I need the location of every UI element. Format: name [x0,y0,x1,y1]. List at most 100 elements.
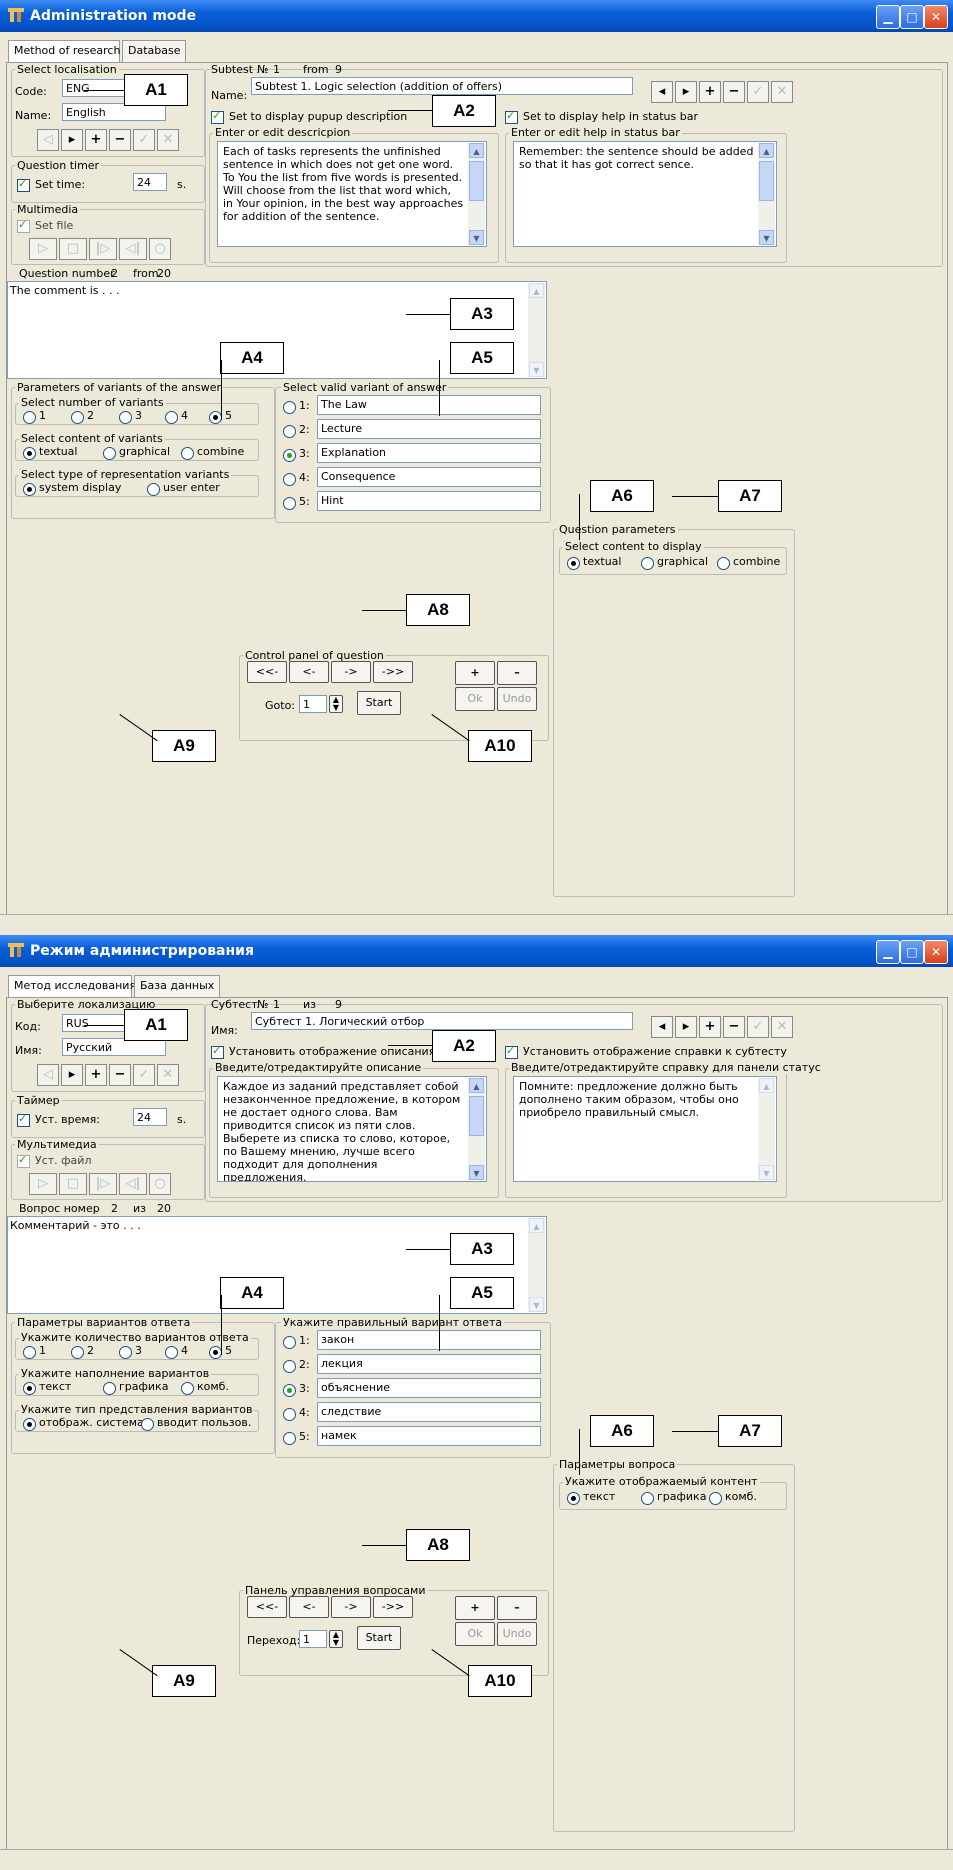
subtest-accept-icon[interactable]: ✓ [747,1016,769,1038]
display-radio-2[interactable] [641,1492,654,1505]
count-radio-4[interactable] [165,1346,178,1359]
circle-icon[interactable]: ○ [149,1173,171,1195]
valid-radio-3[interactable] [283,449,296,462]
content-radio-1[interactable] [23,447,36,460]
goto-spinner-icon[interactable]: ▲ ▼ [329,695,343,713]
plus-icon[interactable]: + [85,129,107,151]
subtest-cancel-icon[interactable]: ✕ [771,1016,793,1038]
maximize-icon[interactable]: □ [900,5,924,29]
nav-first-icon[interactable]: ◁ [37,129,59,151]
popup-scrollbar[interactable]: ▲ ▼ [468,143,485,245]
close-icon[interactable]: ✕ [924,5,948,29]
tab-database[interactable]: База данных [134,975,220,997]
check-icon[interactable]: ✓ [133,129,155,151]
subtest-prev-icon[interactable]: ◂ [651,81,673,103]
display-radio-1[interactable] [567,557,580,570]
nav-first-icon[interactable]: ◁ [37,1064,59,1086]
valid-input-2[interactable]: Lecture [317,419,541,439]
nav-next-icon[interactable]: ▸ [61,129,83,151]
valid-radio-4[interactable] [283,473,296,486]
rewind-icon[interactable]: ◁| [119,238,147,260]
cancel-icon[interactable]: ✕ [157,1064,179,1086]
count-radio-1[interactable] [23,1346,36,1359]
subtest-accept-icon[interactable]: ✓ [747,81,769,103]
valid-input-5[interactable]: Hint [317,491,541,511]
minimize-icon[interactable]: ▁ [876,940,900,964]
subtest-add-icon[interactable]: + [699,1016,721,1038]
display-radio-3[interactable] [709,1492,722,1505]
undo-button[interactable]: Undo [497,1622,537,1646]
add-question-button[interactable]: + [455,1596,495,1620]
nav-next-icon[interactable]: ▸ [61,1064,83,1086]
tab-method[interactable]: Method of research [8,40,120,64]
help-textarea[interactable]: Помните: предложение должно быть дополне… [513,1076,777,1182]
remove-question-button[interactable]: – [497,661,537,685]
count-radio-1[interactable] [23,411,36,424]
valid-input-3[interactable]: объяснение [317,1378,541,1398]
valid-radio-2[interactable] [283,1360,296,1373]
multimedia-checkbox[interactable] [17,218,30,233]
ok-button[interactable]: Ok [455,1622,495,1646]
valid-input-3[interactable]: Explanation [317,443,541,463]
check-icon[interactable]: ✓ [133,1064,155,1086]
content-radio-3[interactable] [181,447,194,460]
subtest-next-icon[interactable]: ▸ [675,81,697,103]
popup-checkbox[interactable] [211,1044,224,1059]
step-icon[interactable]: |▷ [89,1173,117,1195]
step-icon[interactable]: |▷ [89,238,117,260]
last-question-button[interactable]: ->> [373,661,413,683]
display-radio-2[interactable] [641,557,654,570]
subtest-prev-icon[interactable]: ◂ [651,1016,673,1038]
timer-input[interactable]: 24 [133,1108,167,1126]
circle-icon[interactable]: ○ [149,238,171,260]
subtest-name-input[interactable]: Субтест 1. Логический отбор [251,1012,633,1030]
count-radio-4[interactable] [165,411,178,424]
content-radio-1[interactable] [23,1382,36,1395]
titlebar[interactable]: Administration mode ▁ □ ✕ [0,0,953,32]
valid-radio-3[interactable] [283,1384,296,1397]
valid-input-2[interactable]: лекция [317,1354,541,1374]
tab-method[interactable]: Метод исследования [8,975,136,999]
goto-input[interactable]: 1 [299,695,327,713]
rewind-icon[interactable]: ◁| [119,1173,147,1195]
content-radio-2[interactable] [103,447,116,460]
valid-radio-5[interactable] [283,1432,296,1445]
valid-input-1[interactable]: закон [317,1330,541,1350]
start-button[interactable]: Start [357,1626,401,1650]
content-radio-3[interactable] [181,1382,194,1395]
display-radio-1[interactable] [567,1492,580,1505]
tab-database[interactable]: Database [122,40,186,62]
help-checkbox[interactable] [505,109,518,124]
rep-radio-2[interactable] [141,1418,154,1431]
valid-radio-5[interactable] [283,497,296,510]
stop-icon[interactable]: □ [59,238,87,260]
valid-radio-4[interactable] [283,1408,296,1421]
valid-radio-1[interactable] [283,401,296,414]
minimize-icon[interactable]: ▁ [876,5,900,29]
comment-scrollbar[interactable]: ▲ ▼ [528,283,545,377]
rep-radio-1[interactable] [23,1418,36,1431]
count-radio-2[interactable] [71,411,84,424]
popup-checkbox[interactable] [211,109,224,124]
valid-input-4[interactable]: следствие [317,1402,541,1422]
remove-question-button[interactable]: – [497,1596,537,1620]
goto-spinner-icon[interactable]: ▲ ▼ [329,1630,343,1648]
prev-question-button[interactable]: <- [289,1596,329,1618]
content-radio-2[interactable] [103,1382,116,1395]
popup-textarea[interactable]: Каждое из заданий представляет собой нез… [217,1076,487,1182]
last-question-button[interactable]: ->> [373,1596,413,1618]
start-button[interactable]: Start [357,691,401,715]
subtest-remove-icon[interactable]: − [723,1016,745,1038]
help-scrollbar[interactable]: ▲ ▼ [758,1078,775,1180]
plus-icon[interactable]: + [85,1064,107,1086]
rep-radio-2[interactable] [147,483,160,496]
timer-checkbox[interactable] [17,177,30,192]
valid-radio-2[interactable] [283,425,296,438]
valid-radio-1[interactable] [283,1336,296,1349]
next-question-button[interactable]: -> [331,1596,371,1618]
prev-question-button[interactable]: <- [289,661,329,683]
maximize-icon[interactable]: □ [900,940,924,964]
goto-input[interactable]: 1 [299,1630,327,1648]
popup-textarea[interactable]: Each of tasks represents the unfinished … [217,141,487,247]
count-radio-2[interactable] [71,1346,84,1359]
